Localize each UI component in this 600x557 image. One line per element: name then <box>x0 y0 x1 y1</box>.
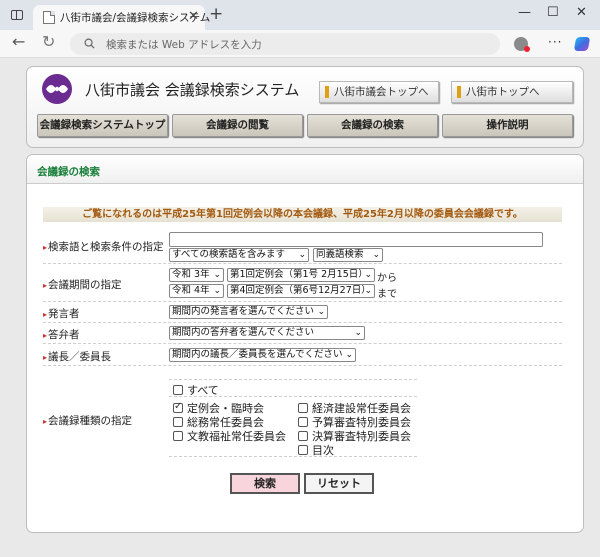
from-year-select[interactable]: 令和 3年 ⌄ <box>169 268 224 282</box>
speaker-select[interactable]: 期間内の発言者を選んでください ⌄ <box>169 305 328 319</box>
keyword-label: 検索語と検索条件の指定 <box>43 239 164 254</box>
from-session-select[interactable]: 第1回定例会（第1号 2月15日） ⌄ <box>227 268 375 282</box>
chevron-down-icon: ⌄ <box>213 286 221 296</box>
address-bar[interactable]: 検索または Web アドレスを入力 <box>70 33 500 55</box>
chair-row: 議長／委員長 期間内の議長／委員長を選んでください⌄ <box>43 344 562 366</box>
type-education-welfare-label: 文教福祉常任委員会 <box>187 430 286 443</box>
new-tab-button[interactable]: + <box>209 4 223 24</box>
chevron-down-icon: ⌄ <box>345 350 353 360</box>
checkbox-box <box>173 431 183 441</box>
checkbox-box <box>298 417 308 427</box>
menu-system-top[interactable]: 会議録検索システムトップ <box>37 114 168 137</box>
synonym-value: 同義語検索 <box>316 249 364 260</box>
section-title: 会議録の検索 <box>37 166 100 178</box>
period-label: 会議期間の指定 <box>43 277 122 292</box>
back-arrow-icon[interactable]: ← <box>12 32 25 51</box>
answerer-row: 答弁者 期間内の答弁者を選んでください ⌄ <box>43 323 562 344</box>
types-divider-bottom <box>169 456 417 457</box>
more-menu-icon[interactable]: ··· <box>548 35 562 49</box>
speaker-value: 期間内の発言者を選んでください <box>172 306 315 317</box>
menu-search[interactable]: 会議録の検索 <box>307 114 438 137</box>
availability-notice: ご覧になれるのは平成25年第1回定例会以降の本会議録、平成25年2月以降の委員会… <box>43 207 562 222</box>
reset-button[interactable]: リセット <box>304 473 374 494</box>
maximize-button[interactable]: ☐ <box>547 5 559 20</box>
tab-actions-icon[interactable] <box>11 10 23 20</box>
minimize-button[interactable]: — <box>518 5 531 20</box>
checkbox-box <box>298 445 308 455</box>
checkbox-box <box>298 431 308 441</box>
copilot-icon[interactable] <box>573 37 591 51</box>
city-logo-icon <box>42 74 72 104</box>
answerer-select[interactable]: 期間内の答弁者を選んでください ⌄ <box>169 326 365 340</box>
to-session-value: 第4回定例会（第6号12月27日） <box>230 285 371 296</box>
speaker-row: 発言者 期間内の発言者を選んでください⌄ <box>43 302 562 323</box>
answerer-value: 期間内の答弁者を選んでください <box>172 327 315 338</box>
chair-value: 期間内の議長／委員長を選んでください <box>172 349 343 360</box>
chair-select[interactable]: 期間内の議長／委員長を選んでください ⌄ <box>169 348 356 362</box>
browser-tab[interactable]: 八街市議会/会議録検索システム ✕ <box>33 5 210 31</box>
type-education-welfare-checkbox[interactable]: 文教福祉常任委員会 <box>173 428 286 444</box>
section-header: 会議録の検索 <box>27 155 583 184</box>
tab-close-icon[interactable]: ✕ <box>188 9 199 24</box>
menu-browse[interactable]: 会議録の閲覧 <box>172 114 303 137</box>
refresh-icon[interactable]: ↻ <box>42 32 55 51</box>
chevron-down-icon: ⌄ <box>372 250 380 260</box>
council-top-link[interactable]: 八街市議会トップへ <box>319 81 439 103</box>
chevron-down-icon: ⌄ <box>364 270 372 280</box>
from-year-value: 令和 3年 <box>172 269 210 280</box>
search-button[interactable]: 検索 <box>230 473 300 494</box>
from-suffix: から <box>377 273 397 284</box>
chair-label: 議長／委員長 <box>43 349 111 364</box>
chevron-down-icon: ⌄ <box>213 270 221 280</box>
checkbox-box <box>298 403 308 413</box>
chevron-down-icon: ⌄ <box>364 286 372 296</box>
types-divider-top <box>169 379 417 380</box>
search-icon <box>84 38 95 49</box>
period-row: 会議期間の指定 令和 3年⌄ 第1回定例会（第1号 2月15日）⌄ から 令和 … <box>43 264 562 302</box>
checkbox-box <box>173 417 183 427</box>
site-title: 八街市議会 会議録検索システム <box>85 81 300 99</box>
city-top-link[interactable]: 八街市トップへ <box>451 81 573 103</box>
chevron-down-icon: ⌄ <box>317 307 325 317</box>
keyword-input[interactable] <box>169 232 543 247</box>
browser-toolbar: ← ↻ 検索または Web アドレスを入力 ··· <box>0 30 600 58</box>
keyword-row: 検索語と検索条件の指定 すべての検索語を含みます ⌄ 同義語検索 ⌄ <box>43 229 562 264</box>
address-placeholder: 検索または Web アドレスを入力 <box>106 39 262 51</box>
search-panel: 会議録の検索 ご覧になれるのは平成25年第1回定例会以降の本会議録、平成25年2… <box>26 154 584 533</box>
menu-help[interactable]: 操作説明 <box>442 114 573 137</box>
to-suffix: まで <box>377 289 397 300</box>
page-icon <box>43 11 55 24</box>
checkbox-box <box>173 385 183 395</box>
page-viewport: 八街市議会 会議録検索システム 八街市議会トップへ 八街市トップへ 会議録検索シ… <box>0 58 600 557</box>
types-row: 会議録種類の指定 すべて 定例会・臨時会 総務常任委員会 文教福祉常任委員会 経… <box>43 366 562 457</box>
checkbox-checked <box>173 401 183 413</box>
keyword-mode-select[interactable]: すべての検索語を含みます ⌄ <box>169 248 309 262</box>
chevron-down-icon: ⌄ <box>298 250 306 260</box>
from-session-value: 第1回定例会（第1号 2月15日） <box>230 269 368 280</box>
profile-avatar[interactable] <box>514 37 530 52</box>
title-bar: 八街市議会/会議録検索システム ✕ + — ☐ ✕ <box>0 0 600 31</box>
to-year-value: 令和 4年 <box>172 285 210 296</box>
answerer-label: 答弁者 <box>43 327 80 342</box>
to-session-select[interactable]: 第4回定例会（第6号12月27日） ⌄ <box>227 284 375 298</box>
keyword-mode-value: すべての検索語を含みます <box>172 249 285 260</box>
site-header: 八街市議会 会議録検索システム 八街市議会トップへ 八街市トップへ 会議録検索シ… <box>26 66 584 148</box>
types-label: 会議録種類の指定 <box>43 413 132 428</box>
types-divider-mid <box>169 396 417 397</box>
chevron-down-icon: ⌄ <box>354 328 362 338</box>
speaker-label: 発言者 <box>43 306 80 321</box>
to-year-select[interactable]: 令和 4年 ⌄ <box>169 284 224 298</box>
synonym-select[interactable]: 同義語検索 ⌄ <box>313 248 383 262</box>
close-window-button[interactable]: ✕ <box>576 5 587 20</box>
